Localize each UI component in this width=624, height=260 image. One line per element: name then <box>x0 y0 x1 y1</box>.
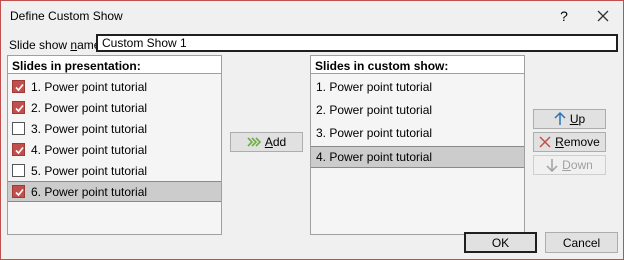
title-bar: Define Custom Show ? <box>1 1 623 31</box>
close-button[interactable] <box>590 6 616 26</box>
presentation-slides-list[interactable]: Slides in presentation: 1. Power point t… <box>7 55 222 235</box>
remove-label-rest: emove <box>563 135 600 149</box>
remove-button[interactable]: Remove <box>533 132 606 152</box>
slide-5-label: 5. Power point tutorial <box>31 163 148 178</box>
slide-1-label: 1. Power point tutorial <box>31 79 148 94</box>
custom-slide-1-label: 1. Power point tutorial <box>316 80 433 94</box>
custom-slide-3[interactable]: 3. Power point tutorial <box>311 122 524 144</box>
slide-4-checkbox[interactable] <box>12 143 25 156</box>
ok-label: OK <box>491 235 510 250</box>
custom-show-slides-list[interactable]: Slides in custom show: 1. Power point tu… <box>310 55 525 235</box>
add-button[interactable]: Add <box>230 132 303 152</box>
presentation-slide-4[interactable]: 4. Power point tutorial <box>8 139 221 160</box>
presentation-list-header: Slides in presentation: <box>8 56 221 74</box>
add-accelerator: A <box>264 135 273 149</box>
dialog-title: Define Custom Show <box>10 9 123 23</box>
custom-slide-1[interactable]: 1. Power point tutorial <box>311 76 524 98</box>
name-label-text: Slide show <box>9 38 71 52</box>
slide-5-checkbox[interactable] <box>12 164 25 177</box>
up-button[interactable]: Up <box>533 109 606 129</box>
help-button[interactable]: ? <box>551 6 577 26</box>
add-label-rest: dd <box>272 135 287 149</box>
question-icon: ? <box>560 8 568 24</box>
custom-slide-2-label: 2. Power point tutorial <box>316 103 433 117</box>
arrow-down-icon <box>546 158 558 172</box>
remove-accelerator: R <box>555 135 564 149</box>
custom-show-list-header: Slides in custom show: <box>311 56 524 74</box>
down-label: Down <box>562 158 593 172</box>
custom-slide-3-label: 3. Power point tutorial <box>316 126 433 140</box>
slide-3-checkbox[interactable] <box>12 122 25 135</box>
slide-show-name-input[interactable] <box>96 34 618 52</box>
checkmark-icon <box>15 146 24 155</box>
cancel-button[interactable]: Cancel <box>545 232 618 253</box>
slide-3-label: 3. Power point tutorial <box>31 121 148 136</box>
ok-button[interactable]: OK <box>464 232 537 253</box>
x-icon <box>539 136 551 148</box>
up-label: Up <box>570 112 585 126</box>
checkmark-icon <box>15 104 24 113</box>
custom-slide-4-label: 4. Power point tutorial <box>316 150 433 164</box>
down-accelerator: D <box>562 158 571 172</box>
add-label: Add <box>265 135 286 149</box>
presentation-slide-3[interactable]: 3. Power point tutorial <box>8 118 221 139</box>
slide-1-checkbox[interactable] <box>12 80 25 93</box>
presentation-slide-1[interactable]: 1. Power point tutorial <box>8 76 221 97</box>
slide-2-label: 2. Power point tutorial <box>31 100 148 115</box>
remove-label: Remove <box>555 135 600 149</box>
arrow-up-icon <box>554 112 566 126</box>
slide-2-checkbox[interactable] <box>12 101 25 114</box>
presentation-slide-2[interactable]: 2. Power point tutorial <box>8 97 221 118</box>
up-label-rest: p <box>578 112 586 126</box>
presentation-slide-5[interactable]: 5. Power point tutorial <box>8 160 221 181</box>
cancel-label: Cancel <box>562 235 601 250</box>
double-chevron-right-icon <box>247 137 261 147</box>
slide-4-label: 4. Power point tutorial <box>31 142 148 157</box>
slide-show-name-label: Slide show name: <box>9 38 104 52</box>
close-icon <box>597 10 609 22</box>
checkmark-icon <box>15 188 24 197</box>
define-custom-show-dialog: Define Custom Show ? Slide show name: Sl… <box>0 0 624 260</box>
down-button[interactable]: Down <box>533 155 606 175</box>
down-label-rest: own <box>570 158 593 172</box>
slide-6-checkbox[interactable] <box>12 185 25 198</box>
slide-6-label: 6. Power point tutorial <box>31 184 148 199</box>
presentation-slide-6[interactable]: 6. Power point tutorial <box>8 181 221 202</box>
custom-slide-4[interactable]: 4. Power point tutorial <box>311 146 524 168</box>
custom-slide-2[interactable]: 2. Power point tutorial <box>311 99 524 121</box>
checkmark-icon <box>15 83 24 92</box>
